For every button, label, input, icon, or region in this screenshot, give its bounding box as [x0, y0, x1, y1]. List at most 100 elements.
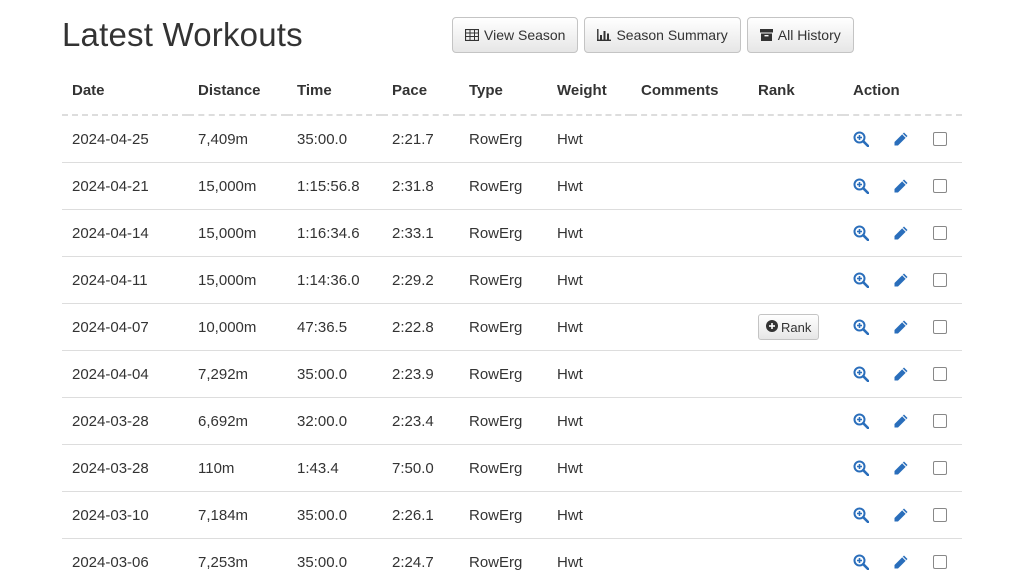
pencil-icon[interactable]: [893, 319, 909, 335]
header-pace[interactable]: Pace: [382, 66, 459, 116]
cell-pace: 2:21.7: [382, 115, 459, 163]
cell-date: 2024-03-28: [62, 397, 188, 445]
cell-time: 1:43.4: [287, 444, 382, 492]
zoom-in-icon[interactable]: [853, 178, 869, 194]
rank-button[interactable]: Rank: [758, 314, 820, 340]
cell-rank: [748, 209, 843, 257]
cell-rank: Rank: [748, 303, 843, 351]
cell-pace: 2:26.1: [382, 491, 459, 539]
workouts-table-container: Date Distance Time Pace Type Weight Comm…: [62, 66, 962, 576]
pencil-icon[interactable]: [893, 554, 909, 570]
cell-pace: 2:22.8: [382, 303, 459, 351]
cell-weight: Hwt: [547, 350, 631, 398]
all-history-button[interactable]: All History: [746, 17, 854, 53]
cell-type: RowErg: [459, 397, 547, 445]
header-distance[interactable]: Distance: [188, 66, 287, 116]
cell-comments: [631, 444, 748, 492]
row-select-checkbox[interactable]: [933, 367, 947, 381]
cell-pace: 2:31.8: [382, 162, 459, 210]
row-select-checkbox[interactable]: [933, 555, 947, 569]
row-actions: [853, 225, 952, 241]
cell-date: 2024-03-28: [62, 444, 188, 492]
table-header: Date Distance Time Pace Type Weight Comm…: [62, 66, 962, 116]
cell-action: [843, 209, 962, 257]
pencil-icon[interactable]: [893, 366, 909, 382]
cell-type: RowErg: [459, 491, 547, 539]
cell-rank: [748, 491, 843, 539]
zoom-in-icon[interactable]: [853, 366, 869, 382]
header-weight[interactable]: Weight: [547, 66, 631, 116]
row-select-checkbox[interactable]: [933, 461, 947, 475]
table-row: 2024-04-11 15,000m 1:14:36.0 2:29.2 RowE…: [62, 256, 962, 304]
page-title: Latest Workouts: [62, 16, 303, 53]
zoom-in-icon[interactable]: [853, 131, 869, 147]
row-actions: [853, 366, 952, 382]
cell-action: [843, 350, 962, 398]
row-actions: [853, 178, 952, 194]
cell-pace: 2:29.2: [382, 256, 459, 304]
row-actions: [853, 319, 952, 335]
cell-pace: 2:33.1: [382, 209, 459, 257]
zoom-in-icon[interactable]: [853, 272, 869, 288]
cell-action: [843, 491, 962, 539]
page: Latest Workouts View Season Season Summa…: [0, 0, 1024, 576]
header-date[interactable]: Date: [62, 66, 188, 116]
workouts-table: Date Distance Time Pace Type Weight Comm…: [62, 66, 962, 576]
row-select-checkbox[interactable]: [933, 414, 947, 428]
row-select-checkbox[interactable]: [933, 320, 947, 334]
cell-pace: 2:23.4: [382, 397, 459, 445]
pencil-icon[interactable]: [893, 178, 909, 194]
cell-type: RowErg: [459, 303, 547, 351]
row-select-checkbox[interactable]: [933, 273, 947, 287]
pencil-icon[interactable]: [893, 460, 909, 476]
cell-time: 35:00.0: [287, 115, 382, 163]
plus-circle-icon: [766, 319, 778, 335]
row-actions: [853, 131, 952, 147]
zoom-in-icon[interactable]: [853, 413, 869, 429]
cell-time: 1:16:34.6: [287, 209, 382, 257]
row-actions: [853, 460, 952, 476]
cell-time: 35:00.0: [287, 491, 382, 539]
view-season-button[interactable]: View Season: [452, 17, 579, 53]
cell-rank: [748, 115, 843, 163]
header-row: Date Distance Time Pace Type Weight Comm…: [62, 66, 962, 116]
cell-action: [843, 538, 962, 576]
view-season-label: View Season: [484, 27, 566, 43]
cell-weight: Hwt: [547, 444, 631, 492]
cell-distance: 110m: [188, 444, 287, 492]
zoom-in-icon[interactable]: [853, 554, 869, 570]
cell-action: [843, 162, 962, 210]
zoom-in-icon[interactable]: [853, 225, 869, 241]
zoom-in-icon[interactable]: [853, 507, 869, 523]
cell-type: RowErg: [459, 444, 547, 492]
pencil-icon[interactable]: [893, 413, 909, 429]
header-time[interactable]: Time: [287, 66, 382, 116]
pencil-icon[interactable]: [893, 131, 909, 147]
row-select-checkbox[interactable]: [933, 179, 947, 193]
header-action: Action: [843, 66, 962, 116]
pencil-icon[interactable]: [893, 507, 909, 523]
cell-time: 32:00.0: [287, 397, 382, 445]
cell-type: RowErg: [459, 256, 547, 304]
rank-button-label: Rank: [781, 319, 812, 335]
table-row: 2024-03-28 6,692m 32:00.0 2:23.4 RowErg …: [62, 397, 962, 445]
zoom-in-icon[interactable]: [853, 319, 869, 335]
row-select-checkbox[interactable]: [933, 132, 947, 146]
season-summary-button[interactable]: Season Summary: [584, 17, 741, 53]
pencil-icon[interactable]: [893, 225, 909, 241]
table-grid-icon: [465, 29, 479, 41]
pencil-icon[interactable]: [893, 272, 909, 288]
cell-type: RowErg: [459, 538, 547, 576]
cell-weight: Hwt: [547, 538, 631, 576]
cell-weight: Hwt: [547, 397, 631, 445]
table-row: 2024-03-28 110m 1:43.4 7:50.0 RowErg Hwt: [62, 444, 962, 492]
zoom-in-icon[interactable]: [853, 460, 869, 476]
header-type[interactable]: Type: [459, 66, 547, 116]
cell-date: 2024-03-10: [62, 491, 188, 539]
cell-type: RowErg: [459, 209, 547, 257]
row-select-checkbox[interactable]: [933, 226, 947, 240]
row-select-checkbox[interactable]: [933, 508, 947, 522]
cell-pace: 2:24.7: [382, 538, 459, 576]
cell-distance: 10,000m: [188, 303, 287, 351]
cell-distance: 7,184m: [188, 491, 287, 539]
